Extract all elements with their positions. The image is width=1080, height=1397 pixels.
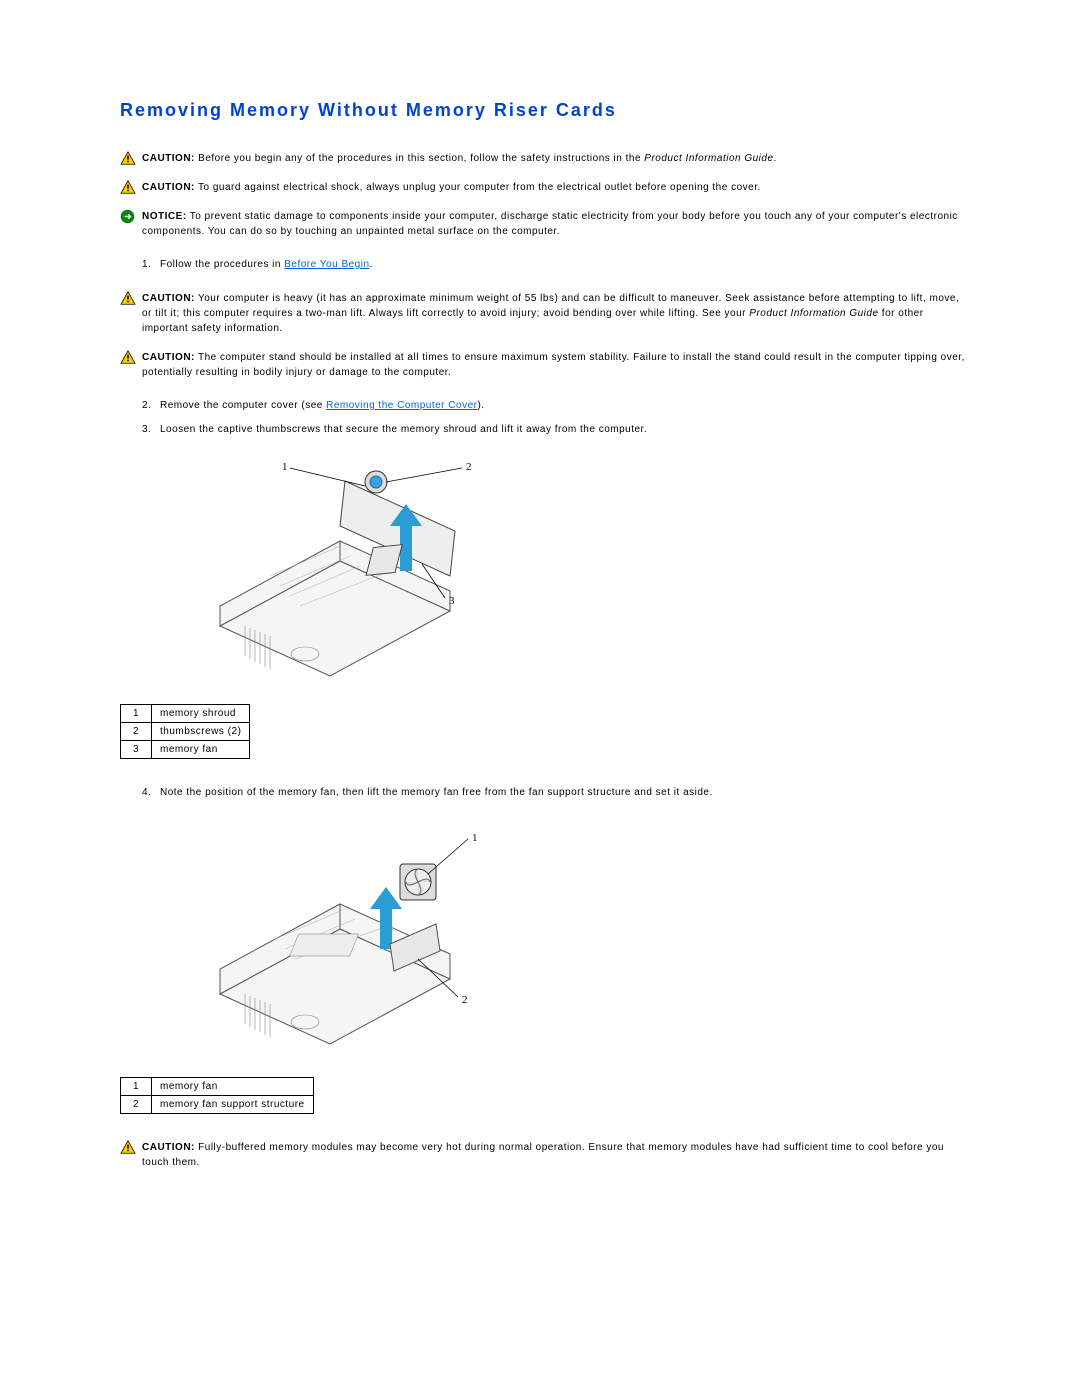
step-item: 3. Loosen the captive thumbscrews that s… [142, 422, 965, 438]
table-row: 3memory fan [121, 741, 250, 759]
caution-block: CAUTION: Before you begin any of the pro… [120, 151, 965, 166]
caution-icon [120, 291, 142, 305]
procedure-list: 2. Remove the computer cover (see Removi… [120, 398, 965, 438]
section-title: Removing Memory Without Memory Riser Car… [120, 100, 965, 121]
callout-table-2: 1memory fan 2memory fan support structur… [120, 1077, 314, 1114]
figure-memory-shroud: 1 2 3 [190, 456, 965, 686]
table-row: 1memory fan [121, 1078, 314, 1096]
table-row: 2memory fan support structure [121, 1096, 314, 1114]
caution-block: CAUTION: To guard against electrical sho… [120, 180, 965, 195]
caution-text: CAUTION: Fully-buffered memory modules m… [142, 1140, 965, 1170]
procedure-list: 4. Note the position of the memory fan, … [120, 785, 965, 801]
step-item: 2. Remove the computer cover (see Removi… [142, 398, 965, 414]
caution-block: CAUTION: The computer stand should be in… [120, 350, 965, 380]
notice-text: NOTICE: To prevent static damage to comp… [142, 209, 965, 239]
caution-icon [120, 1140, 142, 1154]
link-before-you-begin[interactable]: Before You Begin [284, 259, 369, 270]
callout-1: 1 [472, 832, 478, 844]
callout-2: 2 [462, 994, 468, 1006]
callout-table-1: 1memory shroud 2thumbscrews (2) 3memory … [120, 704, 250, 759]
caution-icon [120, 180, 142, 194]
caution-icon [120, 350, 142, 364]
notice-icon [120, 209, 142, 224]
caution-text: CAUTION: To guard against electrical sho… [142, 180, 965, 195]
document-page: Removing Memory Without Memory Riser Car… [0, 0, 1080, 1397]
procedure-list: 1. Follow the procedures in Before You B… [120, 257, 965, 273]
caution-text: CAUTION: Before you begin any of the pro… [142, 151, 965, 166]
caution-text: CAUTION: Your computer is heavy (it has … [142, 291, 965, 336]
table-row: 1memory shroud [121, 705, 250, 723]
table-row: 2thumbscrews (2) [121, 723, 250, 741]
notice-block: NOTICE: To prevent static damage to comp… [120, 209, 965, 239]
step-item: 1. Follow the procedures in Before You B… [142, 257, 965, 273]
callout-1: 1 [282, 461, 288, 473]
figure-memory-fan: 1 2 [190, 819, 965, 1059]
caution-block: CAUTION: Your computer is heavy (it has … [120, 291, 965, 336]
callout-3: 3 [449, 595, 455, 607]
caution-icon [120, 151, 142, 165]
caution-text: CAUTION: The computer stand should be in… [142, 350, 965, 380]
caution-block: CAUTION: Fully-buffered memory modules m… [120, 1140, 965, 1170]
callout-2: 2 [466, 461, 472, 473]
link-removing-cover[interactable]: Removing the Computer Cover [326, 400, 477, 411]
step-item: 4. Note the position of the memory fan, … [142, 785, 965, 801]
